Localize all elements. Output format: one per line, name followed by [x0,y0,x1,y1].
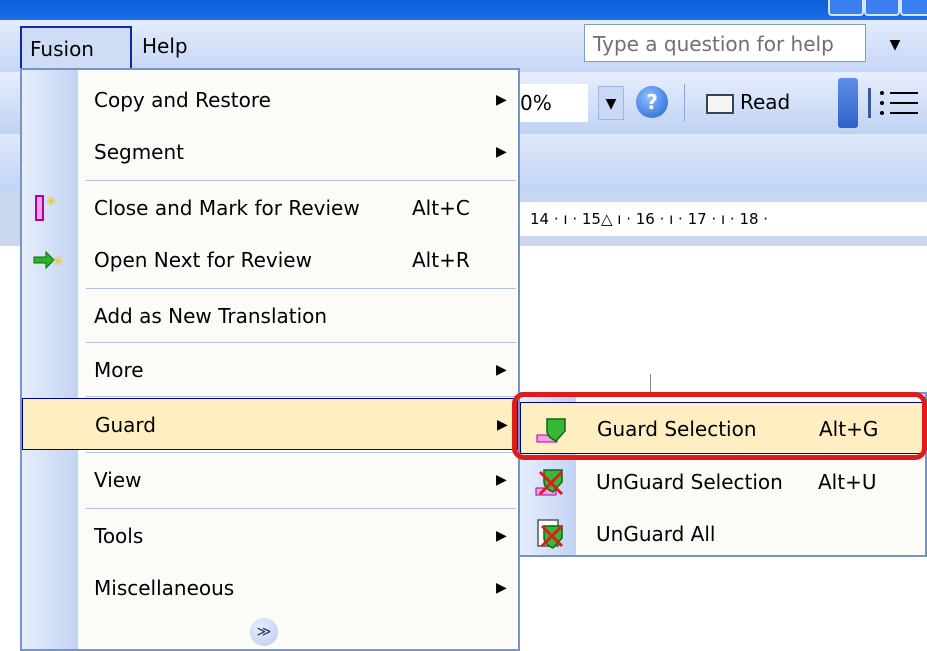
unguard-selection-icon [535,469,564,496]
highlight-outline [512,392,927,460]
menu-bar: Fusion Help Type a question for help ▼ [0,20,927,72]
bullet-list-icon[interactable] [866,86,922,120]
close-mark-icon: ✳ [35,194,57,221]
menu-item-open-next[interactable]: ✳ Open Next for Review Alt+R [22,234,518,286]
maximize-button[interactable] [864,0,900,16]
open-next-icon: ✳ [33,250,64,270]
toolbar-divider [684,84,685,122]
menu-item-unguard-selection[interactable]: UnGuard Selection Alt+U [520,456,925,508]
close-button[interactable] [900,0,927,16]
ruler-scale: 14 · ı · 15△ ı · 16 · ı · 17 · ı · 18 · [520,202,927,236]
submenu-arrow-icon: ▶ [496,144,507,160]
menu-item-label: Close and Mark for Review [94,196,360,220]
submenu-arrow-icon: ▶ [497,417,508,433]
menu-fusion[interactable]: Fusion [20,26,132,70]
submenu-arrow-icon: ▶ [496,528,507,544]
menu-item-close-and-mark[interactable]: ✳ Close and Mark for Review Alt+C [22,182,518,234]
menu-item-shortcut: Alt+U [818,470,877,494]
menu-help[interactable]: Help [134,28,196,64]
menu-item-more[interactable]: More ▶ [22,344,518,396]
menu-item-unguard-all[interactable]: UnGuard All [520,508,925,560]
expand-menu-chevron-icon[interactable]: ≫ [250,618,278,646]
submenu-arrow-icon: ▶ [496,92,507,108]
unguard-all-icon [537,519,564,549]
zoom-field[interactable]: 0% [520,84,588,122]
minimize-button[interactable] [828,0,864,16]
menu-item-view[interactable]: View ▶ [22,454,518,506]
menu-item-add-new-translation[interactable]: Add as New Translation [22,290,518,342]
toolbar-options-icon[interactable] [838,78,858,128]
submenu-arrow-icon: ▶ [496,472,507,488]
menu-separator [86,396,516,397]
menu-separator [86,288,516,289]
submenu-arrow-icon: ▶ [496,362,507,378]
zoom-value: 0% [520,91,552,115]
menu-item-label: More [94,358,144,382]
menu-item-label: Tools [94,524,144,548]
menu-item-segment[interactable]: Segment ▶ [22,126,518,178]
menu-item-label: Miscellaneous [94,576,235,600]
menu-help-label: Help [142,34,188,58]
menu-item-guard[interactable]: Guard ▶ [22,398,518,450]
menu-item-copy-and-restore[interactable]: Copy and Restore ▶ [22,74,518,126]
svg-text:✳: ✳ [45,194,57,210]
menu-item-miscellaneous[interactable]: Miscellaneous ▶ [22,562,518,614]
menu-separator [86,342,516,343]
fusion-menu: Copy and Restore ▶ Segment ▶ ✳ Close and… [20,68,520,651]
help-icon[interactable]: ? [636,86,668,118]
help-search-placeholder: Type a question for help [593,32,834,56]
menu-separator [86,180,516,181]
menu-item-shortcut: Alt+R [412,248,470,272]
submenu-arrow-icon: ▶ [496,580,507,596]
menu-item-label: UnGuard Selection [596,470,783,494]
help-search-input[interactable]: Type a question for help [584,24,866,62]
menu-item-label: View [94,468,142,492]
menu-item-shortcut: Alt+C [412,196,470,220]
read-button[interactable]: Read [700,82,796,122]
menu-separator [86,452,516,453]
menu-item-label: Guard [95,413,156,437]
svg-text:✳: ✳ [52,254,64,270]
chevron-down-icon[interactable]: ▼ [880,30,910,60]
menu-item-label: Copy and Restore [94,88,271,112]
menu-fusion-label: Fusion [30,37,94,61]
menu-item-label: UnGuard All [596,522,716,546]
menu-item-label: Segment [94,140,184,164]
menu-item-label: Add as New Translation [94,304,328,328]
book-icon [706,93,734,114]
menu-item-tools[interactable]: Tools ▶ [22,510,518,562]
title-bar [0,0,927,20]
menu-separator [86,508,516,509]
menu-item-label: Open Next for Review [94,248,312,272]
read-label: Read [740,90,791,114]
zoom-dropdown-icon[interactable]: ▼ [598,86,624,120]
